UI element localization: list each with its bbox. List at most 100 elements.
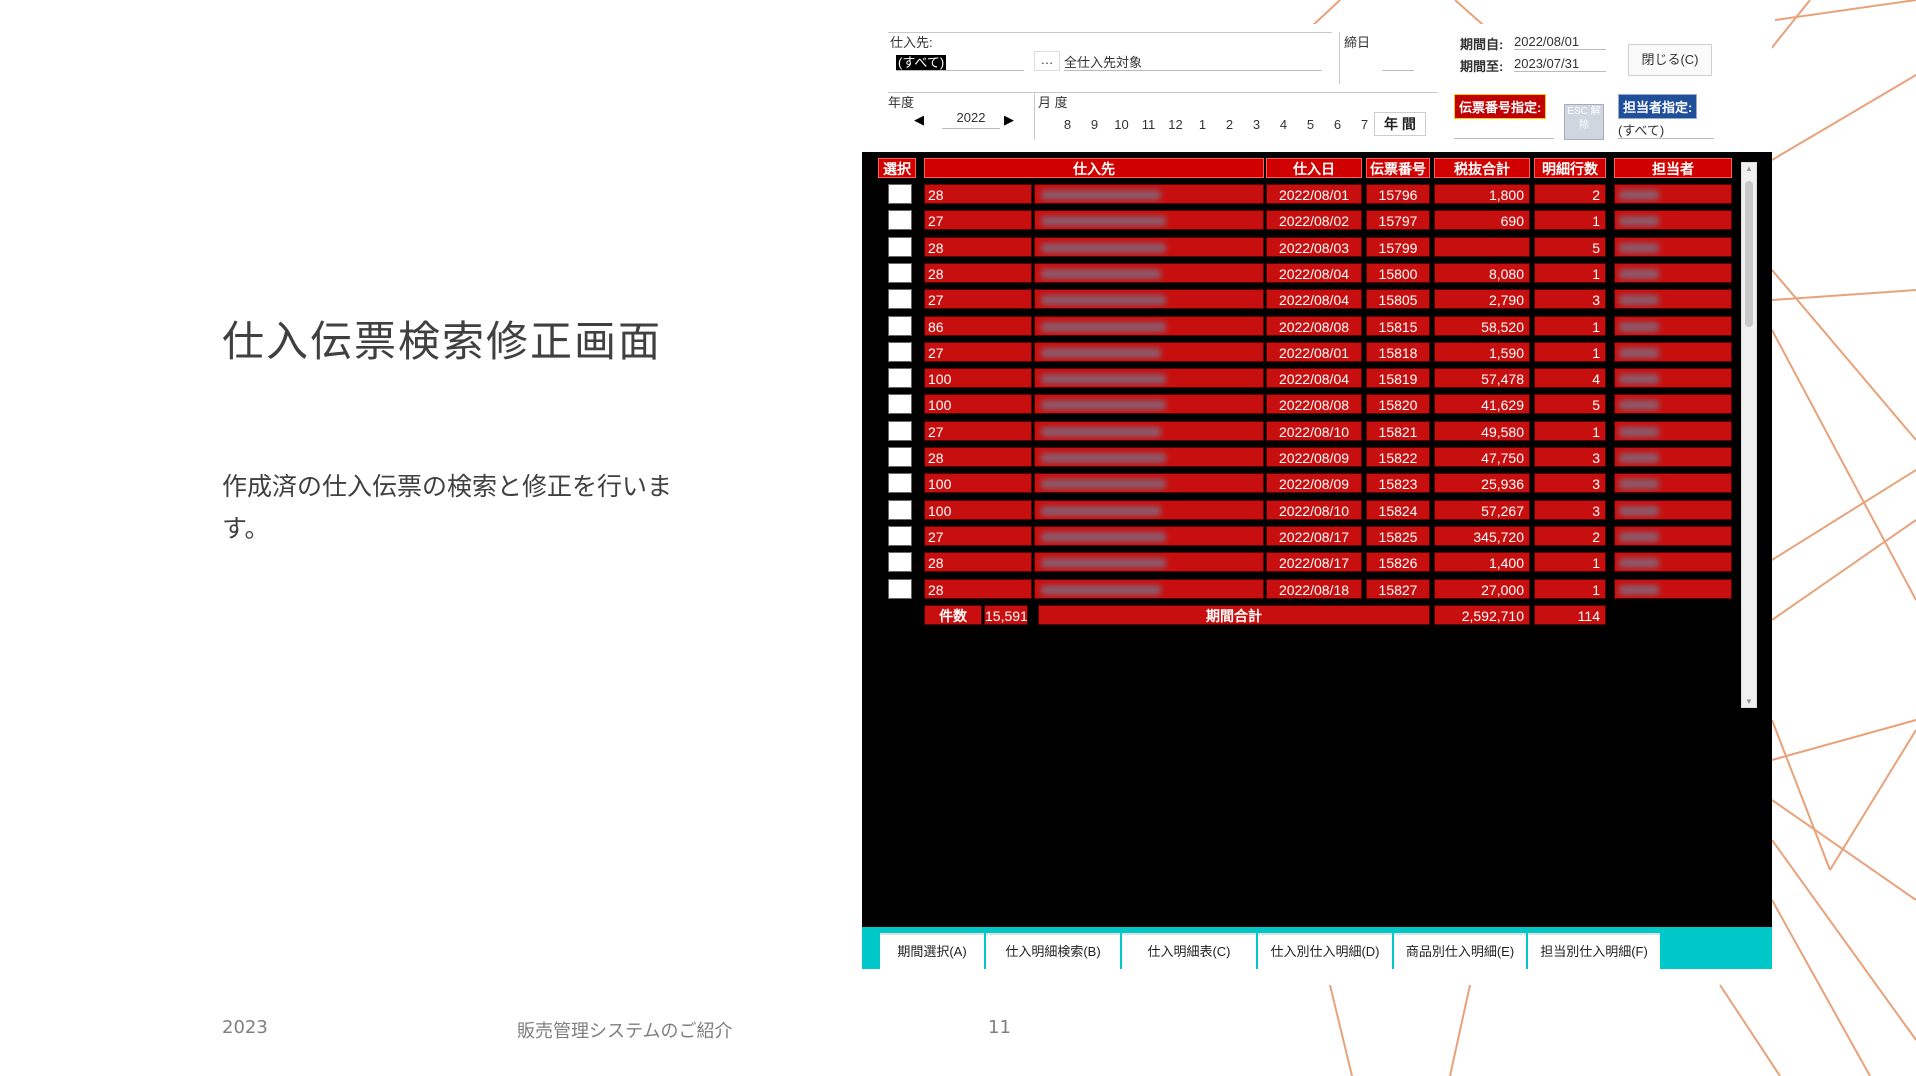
search-header: 仕入先: (すべて) … 全仕入先対象 締日 期間自: 2022/08/01 期… — [862, 24, 1772, 152]
table-row[interactable]: 28 2022/08/01 15796 1,800 2 — [862, 184, 1742, 206]
table-row[interactable]: 28 2022/08/17 15826 1,400 1 — [862, 552, 1742, 574]
supplier-picker-button[interactable]: … — [1034, 51, 1060, 71]
slip-table: 選択 仕入先 仕入日 伝票番号 税抜合計 明細行数 担当者 28 2022/08/01 15796… — [862, 152, 1772, 927]
column-header[interactable]: 税抜合計 — [1434, 158, 1530, 178]
period-from-label: 期間自: — [1460, 37, 1504, 52]
month-button[interactable]: 2 — [1216, 117, 1243, 132]
select-checkbox[interactable] — [888, 500, 912, 520]
table-row[interactable]: 27 2022/08/01 15818 1,590 1 — [862, 342, 1742, 364]
total-cell: 25,936 — [1434, 473, 1530, 493]
table-row[interactable]: 27 2022/08/02 15797 690 1 — [862, 210, 1742, 232]
table-row[interactable]: 27 2022/08/04 15805 2,790 3 — [862, 289, 1742, 311]
select-checkbox[interactable] — [888, 316, 912, 336]
supplier-name-cell — [1034, 289, 1264, 309]
select-checkbox[interactable] — [888, 552, 912, 572]
table-row[interactable]: 100 2022/08/10 15824 57,267 3 — [862, 500, 1742, 522]
month-button[interactable]: 8 — [1054, 117, 1081, 132]
select-checkbox[interactable] — [888, 342, 912, 362]
table-row[interactable]: 28 2022/08/18 15827 27,000 1 — [862, 579, 1742, 601]
supplier-code-cell: 28 — [924, 447, 1032, 467]
table-row[interactable]: 27 2022/08/10 15821 49,580 1 — [862, 421, 1742, 443]
select-checkbox[interactable] — [888, 394, 912, 414]
vertical-scrollbar[interactable]: ▲ ▼ — [1741, 162, 1757, 708]
month-button[interactable]: 10 — [1108, 117, 1135, 132]
column-header[interactable]: 仕入先 — [924, 158, 1264, 178]
tab-by-supplier[interactable]: 仕入別仕入明細(D) — [1258, 933, 1392, 969]
tab-by-staff[interactable]: 担当別仕入明細(F) — [1528, 933, 1660, 969]
month-button[interactable]: 4 — [1270, 117, 1297, 132]
column-header[interactable]: 明細行数 — [1534, 158, 1606, 178]
supplier-name-cell — [1034, 316, 1264, 336]
month-button[interactable]: 6 — [1324, 117, 1351, 132]
scroll-thumb[interactable] — [1745, 181, 1753, 327]
month-button[interactable]: 12 — [1162, 117, 1189, 132]
period-from-field[interactable]: 2022/08/01 — [1514, 34, 1606, 50]
select-checkbox[interactable] — [888, 526, 912, 546]
close-button[interactable]: 閉じる(C) — [1628, 44, 1712, 76]
select-checkbox[interactable] — [888, 237, 912, 257]
staff-field[interactable]: (すべて) — [1618, 120, 1714, 139]
line-count-cell: 3 — [1534, 500, 1606, 520]
select-checkbox[interactable] — [888, 579, 912, 599]
tab-detail-list[interactable]: 仕入明細表(C) — [1122, 933, 1256, 969]
scroll-down-icon[interactable]: ▼ — [1745, 697, 1753, 706]
line-count-cell: 1 — [1534, 579, 1606, 599]
month-button[interactable]: 5 — [1297, 117, 1324, 132]
select-checkbox[interactable] — [888, 368, 912, 388]
select-checkbox[interactable] — [888, 447, 912, 467]
select-checkbox[interactable] — [888, 210, 912, 230]
select-checkbox[interactable] — [888, 421, 912, 441]
supplier-code-cell: 100 — [924, 394, 1032, 414]
table-row[interactable]: 86 2022/08/08 15815 58,520 1 — [862, 316, 1742, 338]
select-checkbox[interactable] — [888, 473, 912, 493]
slip-number-field[interactable] — [1454, 120, 1554, 139]
month-button[interactable]: 9 — [1081, 117, 1108, 132]
tab-detail-search[interactable]: 仕入明細検索(B) — [986, 933, 1120, 969]
table-row[interactable]: 27 2022/08/17 15825 345,720 2 — [862, 526, 1742, 548]
staff-cell — [1614, 316, 1732, 336]
supplier-name-cell — [1034, 552, 1264, 572]
table-row[interactable]: 100 2022/08/08 15820 41,629 5 — [862, 394, 1742, 416]
month-button[interactable]: 3 — [1243, 117, 1270, 132]
redacted-supplier-name — [1041, 506, 1161, 516]
date-cell: 2022/08/04 — [1266, 263, 1362, 283]
table-row[interactable]: 28 2022/08/04 15800 8,080 1 — [862, 263, 1742, 285]
slip-number-cell: 15823 — [1366, 473, 1430, 493]
column-header[interactable]: 伝票番号 — [1366, 158, 1430, 178]
date-cell: 2022/08/18 — [1266, 579, 1362, 599]
period-to-field[interactable]: 2023/07/31 — [1514, 56, 1606, 72]
esc-clear-button[interactable]: ESC 解除 — [1564, 104, 1604, 140]
column-header[interactable]: 仕入日 — [1266, 158, 1362, 178]
date-cell: 2022/08/01 — [1266, 184, 1362, 204]
line-count-cell: 3 — [1534, 289, 1606, 309]
annual-button[interactable]: 年 間 — [1374, 112, 1426, 136]
supplier-select[interactable]: (すべて) — [896, 52, 1024, 71]
select-checkbox[interactable] — [888, 289, 912, 309]
year-field[interactable]: 2022 — [942, 110, 1000, 129]
select-checkbox[interactable] — [888, 184, 912, 204]
table-row[interactable]: 100 2022/08/09 15823 25,936 3 — [862, 473, 1742, 495]
slip-number-cell: 15827 — [1366, 579, 1430, 599]
table-row[interactable]: 100 2022/08/04 15819 57,478 4 — [862, 368, 1742, 390]
table-row[interactable]: 28 2022/08/03 15799 5 — [862, 237, 1742, 259]
column-header[interactable]: 担当者 — [1614, 158, 1732, 178]
staff-cell — [1614, 421, 1732, 441]
table-row[interactable]: 28 2022/08/09 15822 47,750 3 — [862, 447, 1742, 469]
year-prev-icon[interactable]: ◀ — [914, 112, 924, 128]
scroll-up-icon[interactable]: ▲ — [1745, 164, 1753, 173]
tab-by-product[interactable]: 商品別仕入明細(E) — [1394, 933, 1526, 969]
month-button[interactable]: 11 — [1135, 117, 1162, 132]
date-cell: 2022/08/10 — [1266, 421, 1362, 441]
tab-period-select[interactable]: 期間選択(A) — [880, 933, 984, 969]
redacted-staff-name — [1619, 269, 1659, 279]
closing-day-field[interactable] — [1382, 52, 1414, 71]
column-header[interactable]: 選択 — [878, 158, 916, 178]
month-button[interactable]: 1 — [1189, 117, 1216, 132]
supplier-name-cell — [1034, 500, 1264, 520]
select-checkbox[interactable] — [888, 263, 912, 283]
year-next-icon[interactable]: ▶ — [1004, 112, 1014, 128]
page-number: 11 — [988, 1017, 1011, 1038]
supplier-name-cell — [1034, 394, 1264, 414]
redacted-supplier-name — [1041, 269, 1161, 279]
line-count-cell: 2 — [1534, 184, 1606, 204]
